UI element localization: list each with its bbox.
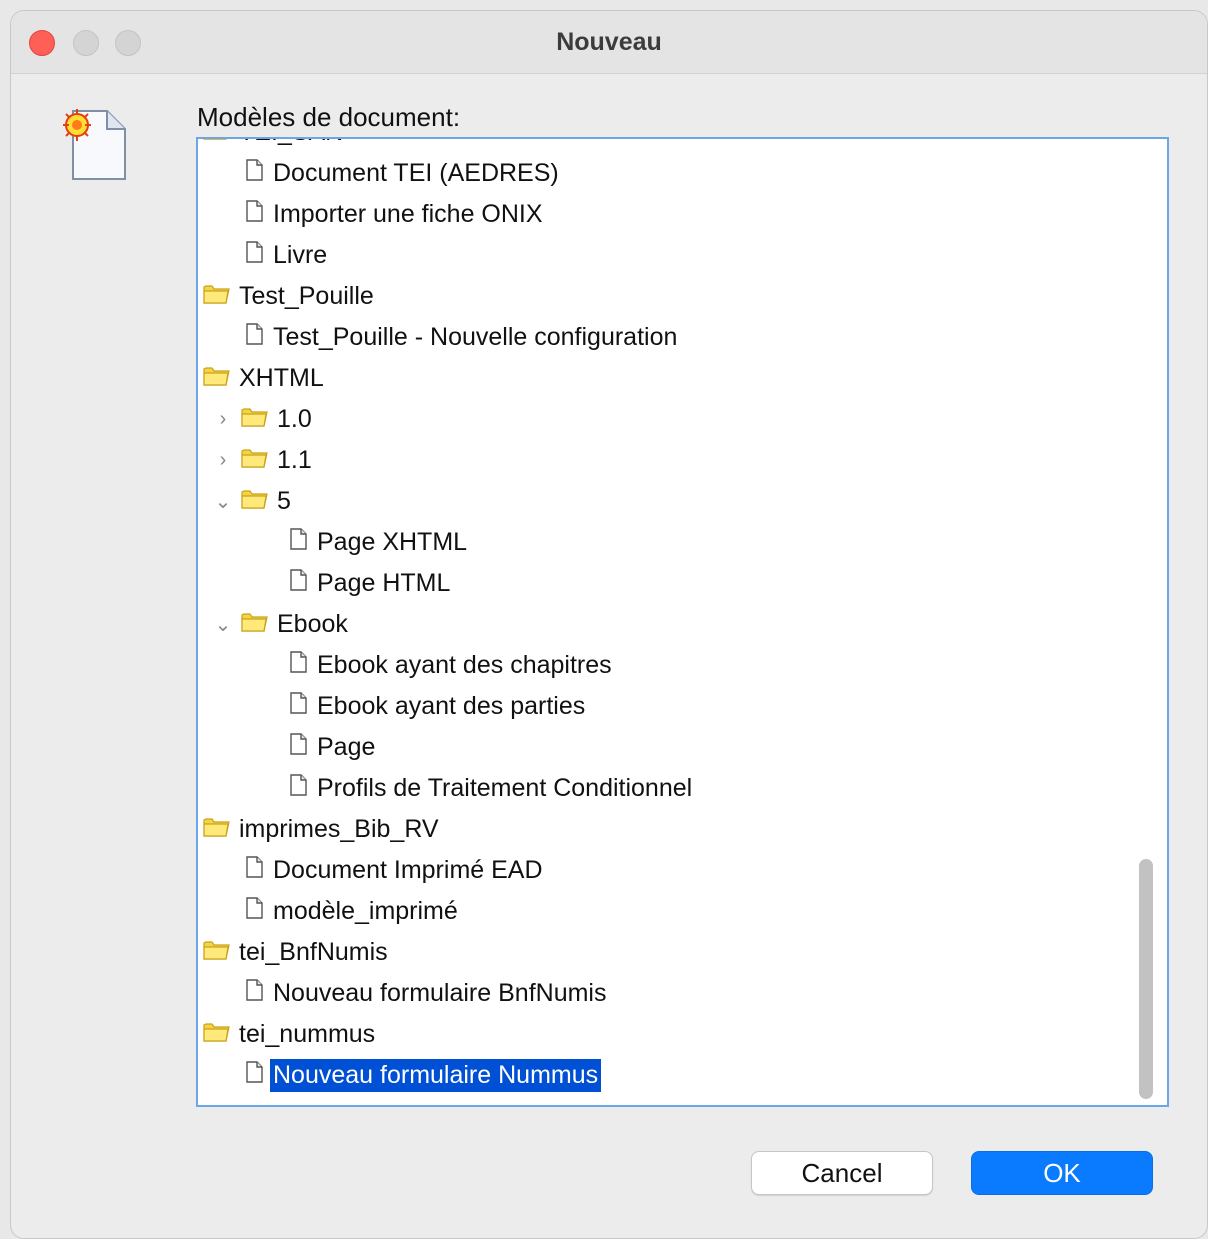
new-document-icon — [63, 107, 129, 188]
document-icon — [288, 733, 308, 762]
tree-template-row[interactable]: Nouveau formulaire Nummus — [198, 1055, 1167, 1096]
tree-folder-row[interactable]: ⌄ Ebook — [198, 604, 1167, 645]
document-icon — [244, 856, 264, 885]
tree-item-label: Nouveau formulaire Nummus — [270, 1059, 602, 1092]
tree-folder-row[interactable]: › 1.0 — [198, 399, 1167, 440]
template-tree-rows: TEI_SAN Document TEI (AEDRES) Importer une… — [198, 139, 1167, 1096]
document-icon — [288, 569, 308, 598]
tree-folder-row[interactable]: ⌄ 5 — [198, 481, 1167, 522]
tree-folder-row[interactable]: tei_nummus — [198, 1014, 1167, 1055]
tree-template-row[interactable]: Test_Pouille - Nouvelle configuration — [198, 317, 1167, 358]
tree-item-label: Nouveau formulaire BnfNumis — [273, 979, 607, 1007]
tree-template-row[interactable]: Page HTML — [198, 563, 1167, 604]
tree-folder-row[interactable]: Test_Pouille — [198, 276, 1167, 317]
tree-item-label: imprimes_Bib_RV — [239, 815, 439, 843]
folder-icon — [240, 486, 268, 517]
document-icon — [244, 241, 264, 270]
tree-item-label: tei_BnfNumis — [239, 938, 388, 966]
folder-icon — [202, 937, 230, 968]
tree-folder-row[interactable]: TEI_SAN — [198, 139, 1167, 153]
tree-folder-row[interactable]: XHTML — [198, 358, 1167, 399]
tree-item-label: Importer une fiche ONIX — [273, 200, 543, 228]
tree-item-label: XHTML — [239, 364, 324, 392]
tree-item-label: TEI_SAN — [236, 139, 346, 149]
template-tree[interactable]: TEI_SAN Document TEI (AEDRES) Importer une… — [196, 137, 1169, 1107]
tree-item-label: modèle_imprimé — [273, 897, 458, 925]
tree-template-row[interactable]: Profils de Traitement Conditionnel — [198, 768, 1167, 809]
tree-item-label: Page — [317, 733, 376, 761]
tree-template-row[interactable]: Document TEI (AEDRES) — [198, 153, 1167, 194]
tree-template-row[interactable]: Page XHTML — [198, 522, 1167, 563]
new-document-dialog: Nouveau Modèles de document: TEI_SAN Docu… — [10, 10, 1208, 1239]
title-bar: Nouveau — [11, 11, 1207, 74]
document-icon — [244, 323, 264, 352]
document-icon — [288, 651, 308, 680]
chevron-right-icon[interactable]: › — [212, 408, 234, 431]
folder-icon — [240, 404, 268, 435]
document-icon — [244, 979, 264, 1008]
tree-item-label: Document TEI (AEDRES) — [273, 159, 559, 187]
folder-icon — [202, 139, 230, 148]
document-icon — [244, 897, 264, 926]
folder-icon — [202, 363, 230, 394]
tree-template-row[interactable]: Nouveau formulaire BnfNumis — [198, 973, 1167, 1014]
tree-item-label: Ebook ayant des chapitres — [317, 651, 612, 679]
cancel-button[interactable]: Cancel — [751, 1151, 933, 1195]
chevron-down-icon[interactable]: ⌄ — [212, 612, 234, 637]
tree-item-label: Ebook — [277, 610, 348, 638]
tree-template-row[interactable]: Page — [198, 727, 1167, 768]
tree-item-label: 1.1 — [277, 446, 312, 474]
tree-folder-row[interactable]: tei_BnfNumis — [198, 932, 1167, 973]
tree-item-label: Test_Pouille — [239, 282, 374, 310]
document-icon — [288, 692, 308, 721]
tree-item-label: Profils de Traitement Conditionnel — [317, 774, 693, 802]
folder-icon — [240, 609, 268, 640]
chevron-right-icon[interactable]: › — [212, 449, 234, 472]
tree-folder-row[interactable]: › 1.1 — [198, 440, 1167, 481]
document-icon — [288, 528, 308, 557]
tree-item-label: 5 — [277, 487, 291, 515]
templates-label: Modèles de document: — [197, 102, 461, 132]
tree-item-label: Ebook ayant des parties — [317, 692, 586, 720]
tree-item-label: Document Imprimé EAD — [273, 856, 543, 884]
tree-item-label: Livre — [273, 241, 328, 269]
folder-icon — [202, 814, 230, 845]
tree-template-row[interactable]: Ebook ayant des chapitres — [198, 645, 1167, 686]
tree-item-label: tei_nummus — [239, 1020, 376, 1048]
folder-icon — [240, 445, 268, 476]
folder-icon — [202, 1019, 230, 1050]
vertical-scrollbar[interactable] — [1139, 859, 1153, 1099]
tree-item-label: 1.0 — [277, 405, 312, 433]
document-icon — [288, 774, 308, 803]
ok-button[interactable]: OK — [971, 1151, 1153, 1195]
tree-item-label: Test_Pouille - Nouvelle configuration — [273, 323, 678, 351]
tree-template-row[interactable]: modèle_imprimé — [198, 891, 1167, 932]
tree-template-row[interactable]: Document Imprimé EAD — [198, 850, 1167, 891]
document-icon — [244, 200, 264, 229]
tree-item-label: Page HTML — [317, 569, 451, 597]
window-title: Nouveau — [556, 28, 662, 56]
document-icon — [244, 159, 264, 188]
tree-folder-row[interactable]: imprimes_Bib_RV — [198, 809, 1167, 850]
document-icon — [244, 1061, 264, 1090]
tree-template-row[interactable]: Livre — [198, 235, 1167, 276]
tree-item-label: Page XHTML — [317, 528, 468, 556]
folder-icon — [202, 281, 230, 312]
tree-template-row[interactable]: Ebook ayant des parties — [198, 686, 1167, 727]
chevron-down-icon[interactable]: ⌄ — [212, 489, 234, 514]
tree-template-row[interactable]: Importer une fiche ONIX — [198, 194, 1167, 235]
